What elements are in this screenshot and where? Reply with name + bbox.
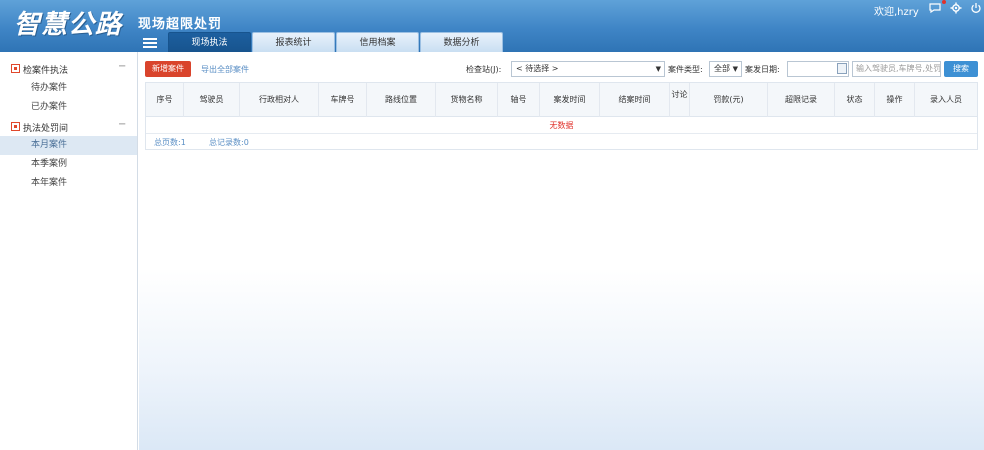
sidebar-item-this-month[interactable]: 本月案件 (0, 136, 137, 155)
case-type-label: 案件类型: (668, 65, 703, 74)
message-icon[interactable] (929, 2, 941, 14)
total-records: 总记录数:0 (209, 138, 249, 147)
dropdown-arrow-icon: ▼ (655, 65, 661, 73)
search-input[interactable]: 输入驾驶员,车牌号,处罚人... (852, 61, 941, 77)
column-header: 货物名称 (436, 83, 498, 117)
total-pages: 总页数:1 (154, 138, 186, 147)
case-type-select-value: 全部 (714, 64, 730, 73)
sidebar-group-penalty[interactable]: 执法处罚间 − (0, 118, 138, 136)
column-header: 录入人员 (930, 95, 962, 104)
tab-report-statistics[interactable]: 报表统计 (252, 32, 335, 52)
column-header: 讨论 (670, 83, 690, 117)
column-header: 状态 (835, 83, 875, 117)
tab-data-analysis[interactable]: 数据分析 (420, 32, 503, 52)
folder-icon (11, 64, 20, 73)
column-header: 车牌号 (319, 83, 367, 117)
empty-message: 无数据 (146, 117, 977, 134)
sidebar-item-pending-cases[interactable]: 待办案件 (0, 79, 137, 98)
column-header: 结案时间 (600, 83, 670, 117)
column-header: 路线位置 (367, 83, 436, 117)
sidebar-group-label: 执法处罚间 (23, 124, 69, 134)
checkpoint-select[interactable]: < 待选择 > ▼ (511, 61, 665, 77)
case-table: 序号 驾驶员 行政相对人 车牌号 路线位置 货物名称 轴号 案发时间 结案时间 … (145, 82, 978, 150)
new-case-button[interactable]: 新增案件 (145, 61, 191, 77)
sidebar-group-case-enforcement[interactable]: 检案件执法 − (0, 60, 138, 78)
column-header: 轴号 (498, 83, 540, 117)
column-header: 操作 (875, 83, 915, 117)
welcome-text: 欢迎,hzry (874, 7, 919, 18)
checkpoint-label: 检查站(J): (466, 65, 502, 74)
collapse-icon[interactable]: − (118, 119, 126, 130)
export-all-link[interactable]: 导出全部案件 (201, 64, 249, 75)
table-header: 序号 驾驶员 行政相对人 车牌号 路线位置 货物名称 轴号 案发时间 结案时间 … (146, 83, 977, 117)
sidebar: 检案件执法 − 待办案件 已办案件 执法处罚间 − 本月案件 本季案例 本年案件 (0, 52, 138, 450)
sidebar-item-completed-cases[interactable]: 已办案件 (0, 98, 137, 117)
menu-toggle-icon[interactable] (143, 38, 157, 48)
case-type-select[interactable]: 全部 ▼ (709, 61, 742, 77)
notification-badge (942, 0, 946, 4)
power-icon[interactable] (970, 2, 982, 14)
tab-credit-archive[interactable]: 信用档案 (336, 32, 419, 52)
tab-onsite-enforcement[interactable]: 现场执法 (168, 32, 251, 52)
checkpoint-select-value: < 待选择 > (516, 64, 559, 73)
column-header: 驾驶员 (184, 83, 240, 117)
folder-icon (11, 122, 20, 131)
column-header: 罚款(元) (690, 83, 768, 117)
column-header: 案发时间 (540, 83, 600, 117)
settings-icon[interactable] (950, 2, 962, 14)
dropdown-arrow-icon: ▼ (732, 65, 738, 73)
calendar-icon[interactable] (837, 63, 847, 74)
sidebar-item-this-year[interactable]: 本年案件 (0, 174, 137, 193)
column-header: 序号 (146, 83, 184, 117)
date-label: 案发日期: (745, 65, 780, 74)
collapse-icon[interactable]: − (118, 61, 126, 72)
column-header: 超限记录 (768, 83, 835, 117)
search-button[interactable]: 搜索 (944, 61, 978, 77)
app-subtitle: 现场超限处罚 (138, 17, 223, 32)
sidebar-item-this-quarter[interactable]: 本季案例 (0, 155, 137, 174)
app-logo: 智慧公路 (14, 10, 123, 40)
sidebar-group-label: 检案件执法 (23, 66, 69, 76)
column-header: 行政相对人 (240, 83, 319, 117)
